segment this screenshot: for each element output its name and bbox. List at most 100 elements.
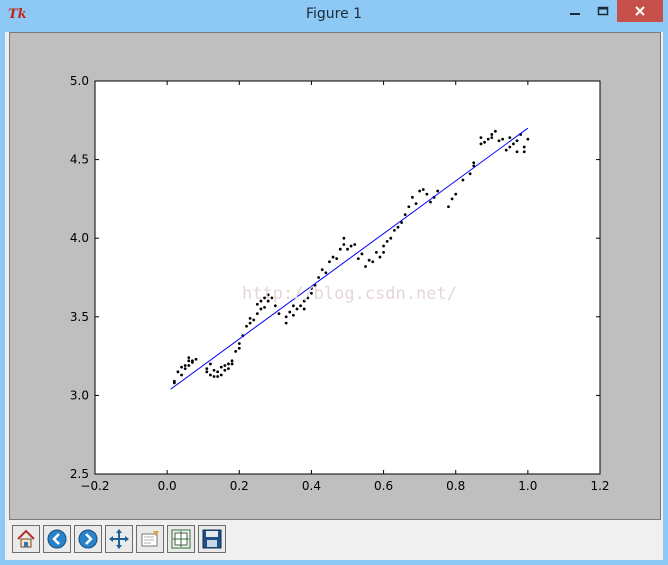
x-tick-label: −0.2 [80, 479, 109, 493]
data-point [421, 188, 425, 191]
data-point [349, 244, 353, 248]
data-point [255, 312, 259, 316]
data-point [342, 236, 346, 240]
data-point [205, 367, 209, 371]
data-point [230, 362, 234, 366]
data-point [234, 349, 238, 353]
data-point [425, 192, 429, 196]
x-tick-label: 1.2 [590, 479, 609, 493]
data-point [493, 129, 497, 133]
navigation-toolbar [9, 522, 659, 556]
data-point [299, 304, 303, 308]
data-point [291, 304, 295, 308]
subplots-icon [171, 529, 191, 549]
data-point [216, 370, 220, 374]
zoom-button[interactable] [136, 525, 164, 553]
figure-canvas[interactable]: 2.5 3.0 3.5 4.0 4.5 5.0 −0.2 0.0 0.2 0.4 0.6 0.8 1.… [9, 32, 661, 520]
data-point [284, 315, 288, 319]
y-tick-label: 5.0 [70, 74, 89, 88]
data-point [479, 142, 483, 146]
window-client-area: 2.5 3.0 3.5 4.0 4.5 5.0 −0.2 0.0 0.2 0.4 0.6 0.8 1.… [5, 32, 663, 560]
window-titlebar[interactable]: Tk Figure 1 [0, 0, 668, 32]
data-point [317, 276, 321, 279]
data-point [328, 260, 331, 264]
data-point [183, 364, 187, 367]
data-point [273, 304, 277, 308]
data-point [252, 318, 256, 322]
data-point [183, 367, 187, 371]
data-point [418, 189, 422, 193]
minimize-button[interactable] [562, 0, 588, 22]
home-button[interactable] [12, 525, 40, 553]
data-point [374, 250, 378, 254]
watermark-text: http://blog.csdn.net/ [242, 284, 457, 304]
data-point [176, 370, 180, 374]
y-tick-label: 3.5 [70, 310, 89, 324]
data-point [216, 375, 220, 378]
data-point [490, 133, 494, 136]
arrow-left-icon [47, 529, 67, 549]
data-point [212, 368, 216, 372]
data-point [364, 265, 367, 268]
back-button[interactable] [43, 525, 71, 553]
floppy-disk-icon [202, 529, 222, 549]
data-point [248, 321, 252, 325]
data-point [277, 312, 281, 316]
data-point [497, 139, 501, 143]
data-point [324, 271, 328, 275]
data-point [190, 360, 194, 364]
data-point [223, 364, 227, 367]
save-button[interactable] [198, 525, 226, 553]
data-point [454, 192, 458, 196]
x-tick-label: 0.2 [230, 479, 249, 493]
axes-frame [94, 80, 601, 475]
data-point [479, 136, 483, 139]
data-point [187, 359, 191, 363]
data-point [468, 172, 472, 176]
data-point [219, 365, 223, 369]
data-point [450, 197, 454, 201]
data-point [227, 367, 230, 371]
data-point [180, 373, 183, 377]
maximize-button[interactable] [590, 0, 616, 22]
data-point [490, 136, 494, 139]
data-point [382, 244, 385, 248]
data-point [382, 250, 385, 254]
data-point [461, 178, 465, 182]
data-point [263, 305, 266, 309]
data-point [194, 357, 198, 361]
data-point [223, 368, 227, 372]
y-tick-label: 4.0 [70, 231, 89, 245]
data-point [522, 145, 526, 149]
data-point [219, 373, 223, 377]
data-point [237, 346, 241, 350]
data-point [367, 258, 371, 262]
data-point [429, 200, 432, 204]
subplots-button[interactable] [167, 525, 195, 553]
data-point [284, 321, 288, 325]
minimize-icon [570, 13, 580, 15]
data-point [515, 150, 519, 154]
data-point [245, 324, 248, 328]
close-button[interactable] [617, 0, 663, 22]
move-arrows-icon [109, 529, 129, 549]
data-point [209, 373, 212, 377]
data-point [187, 364, 191, 367]
data-point [353, 243, 357, 246]
data-point [360, 252, 364, 256]
data-point [180, 365, 183, 369]
forward-button[interactable] [74, 525, 102, 553]
data-point [291, 313, 295, 317]
data-point [331, 255, 335, 259]
data-point [227, 362, 230, 366]
pan-button[interactable] [105, 525, 133, 553]
data-point [335, 257, 339, 261]
data-point [472, 161, 476, 165]
data-point [346, 247, 349, 251]
x-tick-label: 0.8 [446, 479, 465, 493]
data-point [209, 362, 212, 366]
tk-icon: Tk [8, 7, 27, 22]
data-point [259, 307, 263, 311]
data-point [342, 243, 346, 246]
plot-area: 2.53.03.54.04.55.0 −0.2 0.0 0.2 0.4 0.6 0.8 1.… [70, 74, 610, 493]
